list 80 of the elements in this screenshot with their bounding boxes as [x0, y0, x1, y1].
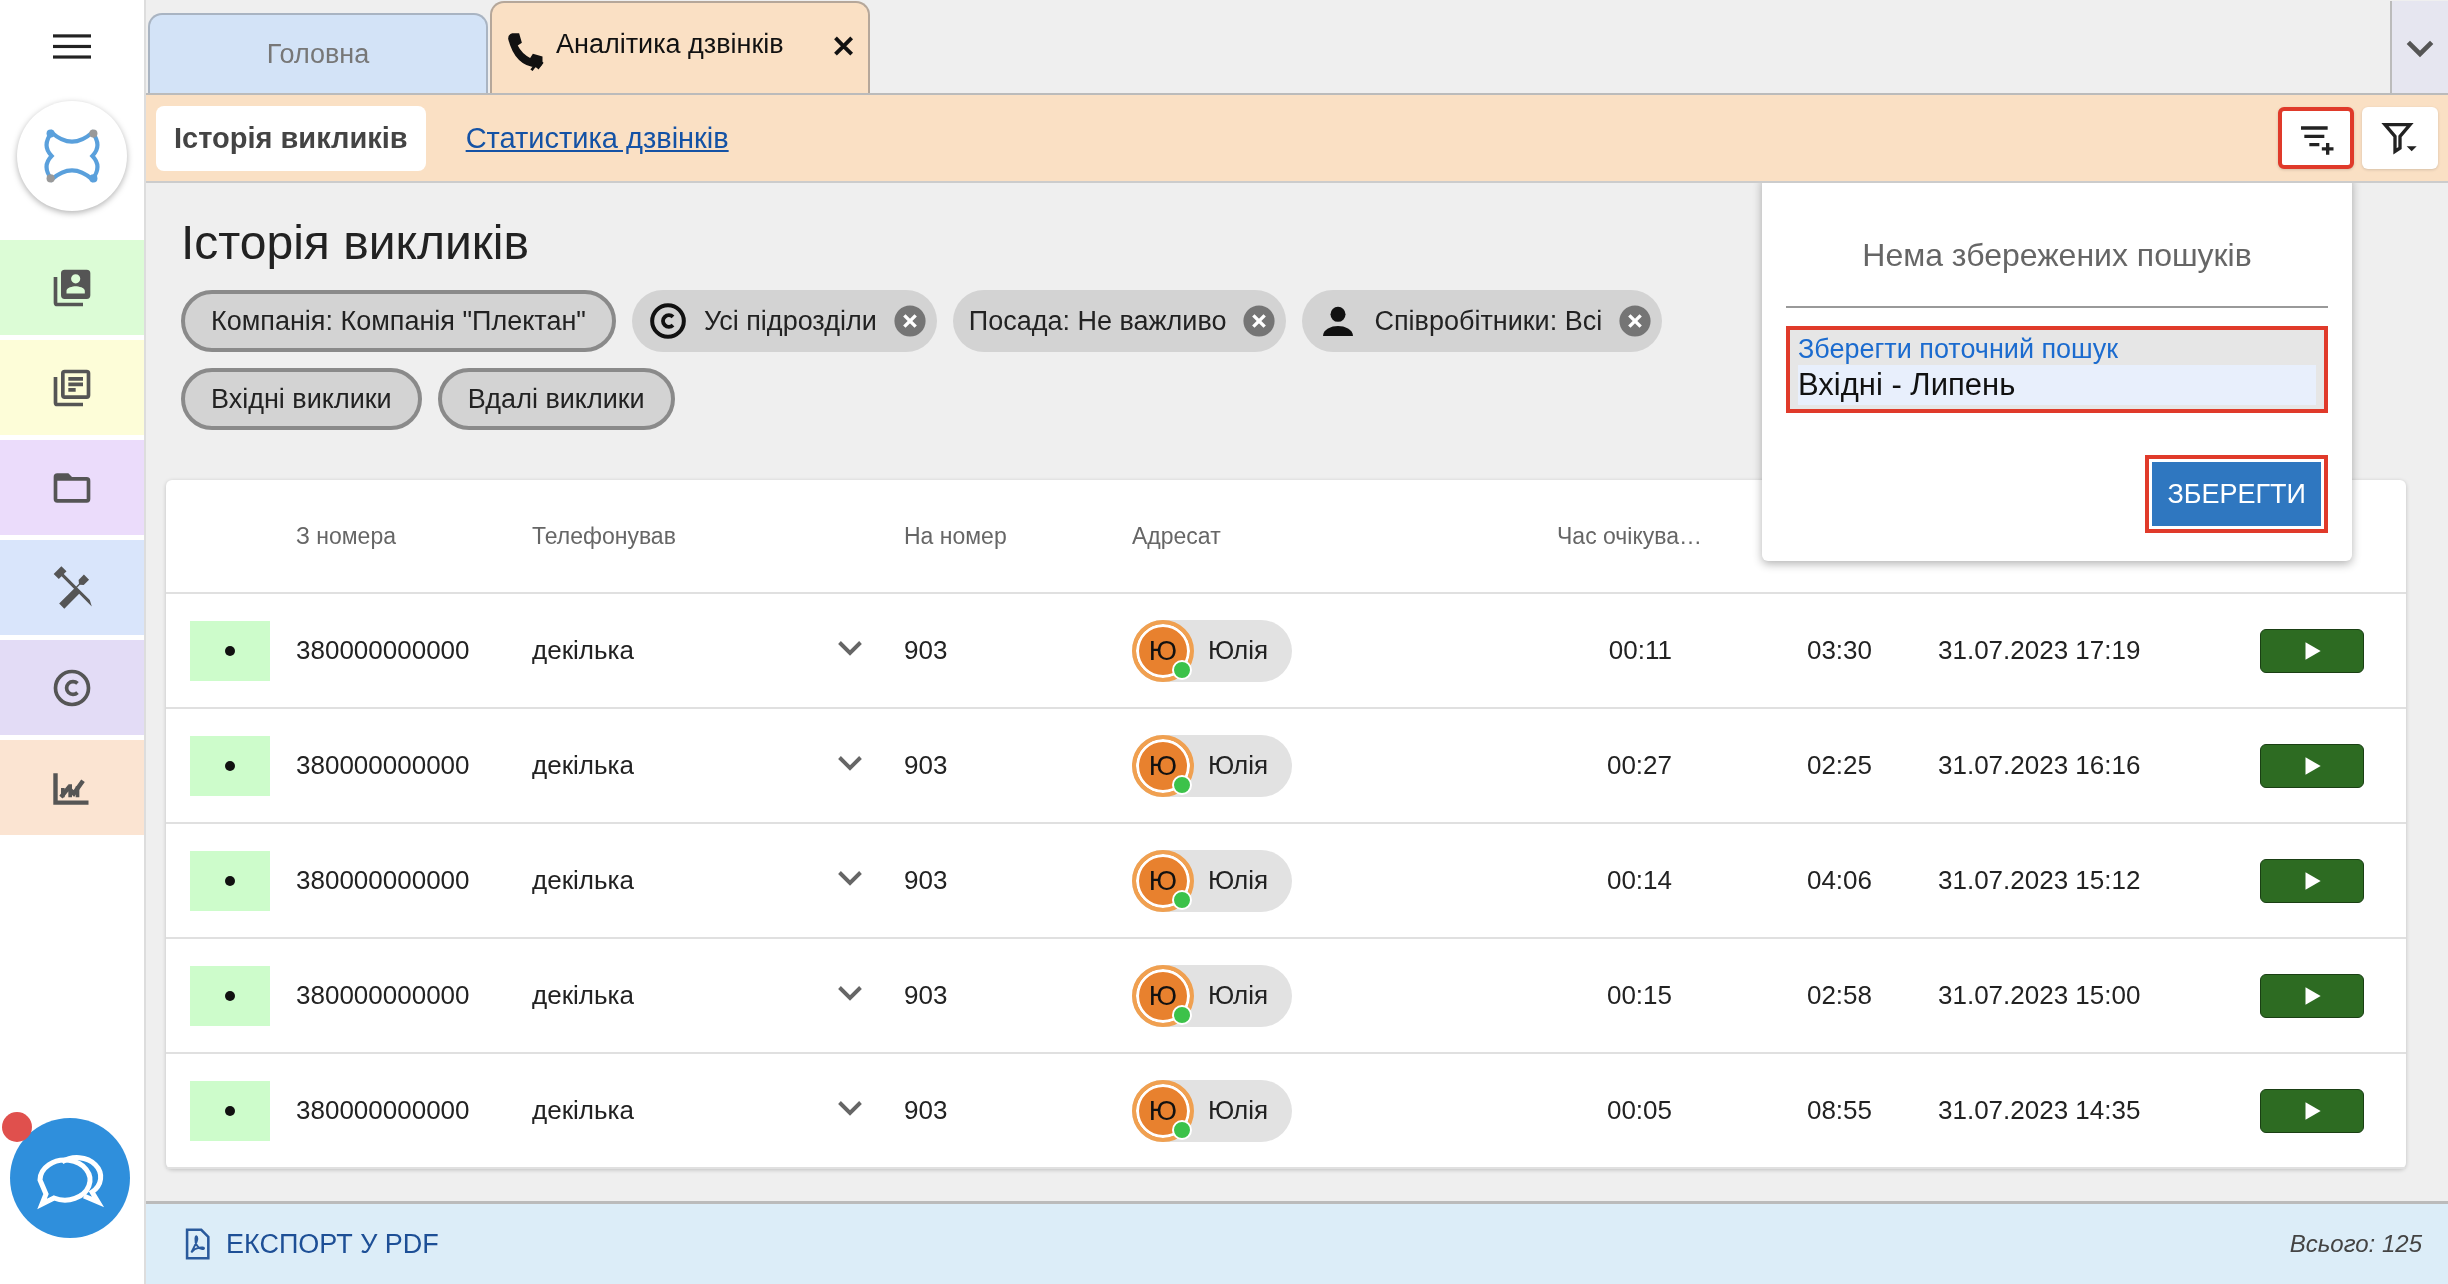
table-cell-text: 903 [904, 865, 949, 896]
table-cell-text: 00:27 [1605, 750, 1672, 781]
filter-chip[interactable]: Компанія: Компанія "Плектан" [181, 290, 616, 352]
column-header: Адресат [1132, 522, 1222, 550]
filter-button[interactable] [2362, 107, 2438, 169]
addressee-chip[interactable]: Ю Юлія [1132, 619, 1293, 682]
filter-chip[interactable]: Співробітники: Всі [1302, 290, 1663, 352]
table-cell-text: 903 [904, 980, 949, 1011]
table-cell-text: 00:05 [1605, 1095, 1672, 1126]
play-button[interactable] [2260, 743, 2364, 788]
sidebar-item[interactable] [0, 340, 144, 435]
page-title: Історія викликів [181, 215, 529, 270]
avatar: Ю [1132, 849, 1194, 912]
sidebar-item[interactable] [0, 640, 144, 735]
column-header: Телефонував [532, 522, 677, 550]
add-filter-button[interactable] [2278, 107, 2354, 169]
table-cell-text: 31.07.2023 15:12 [1937, 865, 2142, 896]
remove-icon[interactable] [1242, 304, 1277, 338]
column-header: На номер [904, 522, 1008, 550]
filter-chip[interactable]: Посада: Не важливо [952, 290, 1287, 352]
sidebar-item[interactable] [0, 740, 144, 835]
addressee-chip[interactable]: Ю Юлія [1132, 1079, 1293, 1142]
table-cell-text: декілька [532, 750, 635, 781]
table-cell-text: декілька [532, 1095, 635, 1126]
table-cell-text: 380000000000 [295, 980, 471, 1011]
table-cell-text: 903 [904, 1095, 949, 1126]
menu-icon[interactable] [53, 34, 91, 60]
close-icon[interactable]: ✕ [831, 29, 856, 64]
table-cell-text: 02:58 [1805, 980, 1872, 1011]
table-cell-text: 380000000000 [295, 750, 471, 781]
avatar: Ю [1132, 964, 1194, 1027]
sidebar-item[interactable] [0, 440, 144, 535]
table-cell-text: 903 [904, 750, 949, 781]
save-button[interactable]: ЗБЕРЕГТИ [2145, 455, 2328, 533]
sidebar-item[interactable] [0, 540, 144, 635]
table-cell-text: декілька [532, 865, 635, 896]
table-cell-text: 380000000000 [295, 635, 471, 666]
play-button[interactable] [2260, 1088, 2364, 1133]
table-cell-text: 00:11 [1607, 635, 1672, 666]
table-cell-text: 00:14 [1605, 865, 1672, 896]
avatar: Ю [1132, 1079, 1194, 1142]
table-cell-text: 380000000000 [295, 1095, 471, 1126]
filter-chip[interactable]: Вхідні виклики [181, 368, 422, 430]
subtab[interactable]: Історія викликів [156, 105, 426, 171]
copyright-icon [647, 301, 688, 341]
avatar: Ю [1132, 619, 1194, 682]
table-cell-text: 08:55 [1805, 1095, 1872, 1126]
input-field[interactable]: Зберегти поточний пошук Вхідні - Липень [1786, 326, 2328, 413]
addressee-chip[interactable]: Ю Юлія [1132, 734, 1293, 797]
sidebar-item[interactable] [0, 240, 144, 335]
table-cell-text: 31.07.2023 17:19 [1937, 635, 2142, 666]
addressee-chip[interactable]: Ю Юлія [1132, 964, 1293, 1027]
avatar: Ю [1132, 734, 1194, 797]
table-cell-text: 903 [904, 635, 949, 666]
empty-message: Нема збережених пошуків [1861, 237, 2253, 274]
table-cell-text: 31.07.2023 15:00 [1937, 980, 2142, 1011]
table-cell-text: декілька [532, 980, 635, 1011]
play-button[interactable] [2260, 628, 2364, 673]
table-cell-text: декілька [532, 635, 635, 666]
subtab[interactable]: Статистика дзвінків [465, 121, 729, 155]
remove-icon[interactable] [892, 304, 927, 338]
filter-chip[interactable]: Вдалі виклики [437, 368, 675, 430]
remove-icon[interactable] [1618, 304, 1653, 338]
total-count: Всього: 125 [2289, 1230, 2422, 1258]
play-button[interactable] [2260, 858, 2364, 903]
chevron-down-icon[interactable] [2390, 1, 2448, 93]
table-cell-text: 380000000000 [295, 865, 471, 896]
table-cell-text: 31.07.2023 14:35 [1937, 1095, 2142, 1126]
export-pdf-button[interactable]: ЕКСПОРТ У PDF [174, 1226, 445, 1262]
filter-chip[interactable]: Усі підрозділи [631, 290, 937, 352]
column-header: З номера [295, 522, 397, 550]
table-cell-text: 03:30 [1805, 635, 1872, 666]
tab[interactable]: Аналітика дзвінків ✕ [490, 1, 870, 93]
table-cell-text: 04:06 [1805, 865, 1872, 896]
addressee-chip[interactable]: Ю Юлія [1132, 849, 1293, 912]
table-cell-text: 02:25 [1805, 750, 1872, 781]
column-header: Час очікува… [1556, 522, 1702, 550]
table-cell-text: 31.07.2023 16:16 [1937, 750, 2142, 781]
play-button[interactable] [2260, 973, 2364, 1018]
table-cell-text: 00:15 [1605, 980, 1672, 1011]
